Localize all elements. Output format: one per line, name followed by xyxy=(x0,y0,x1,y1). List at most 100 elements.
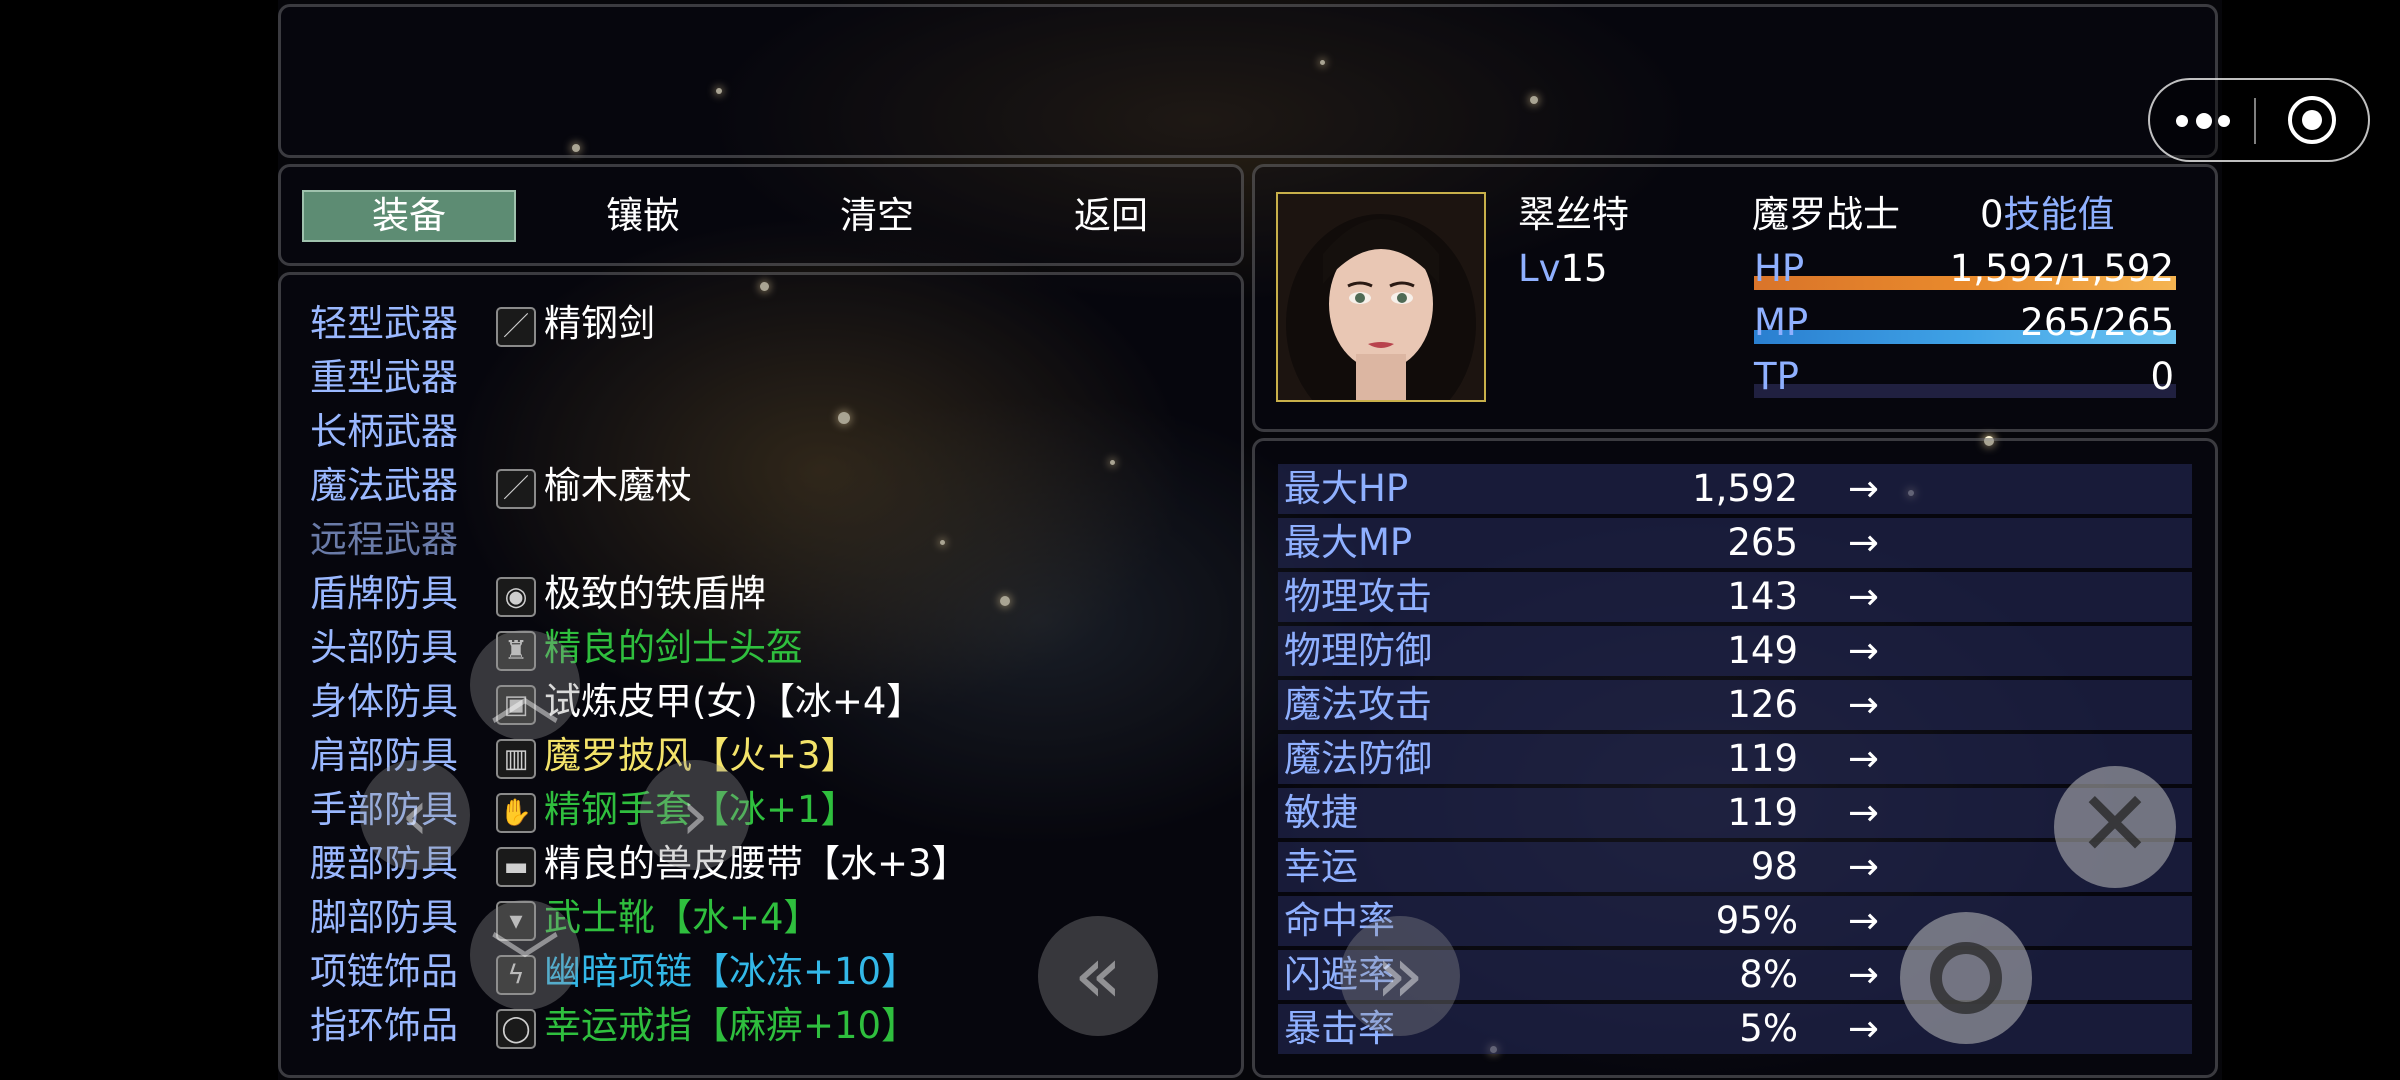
staff-icon: ／ xyxy=(496,469,536,509)
equip-slot-row[interactable]: 身体防具 ▣ 试炼皮甲(女)【冰+4】 xyxy=(310,675,1210,729)
stat-value: 149 xyxy=(1727,629,1798,672)
gauntlet-icon: ✋ xyxy=(496,793,536,833)
skill-points-label: 技能值 xyxy=(2003,193,2115,236)
tp-value: 0 xyxy=(2150,355,2174,398)
equip-slot-row[interactable]: 盾牌防具 ◉ 极致的铁盾牌 xyxy=(310,567,1210,621)
equipped-item-name: 武士靴【水+4】 xyxy=(544,896,821,939)
confirm-circle-icon xyxy=(1930,942,2002,1014)
down-chevron-icon: ﹀ xyxy=(490,925,560,1007)
cancel-button[interactable]: ✕ xyxy=(2054,766,2176,888)
equip-slot-row[interactable]: 轻型武器 ／精钢剑 xyxy=(310,297,1210,351)
more-dots-icon[interactable] xyxy=(2176,110,2232,132)
slot-label: 盾牌防具 xyxy=(310,572,458,615)
record-target-icon[interactable] xyxy=(2288,96,2336,144)
stat-row: 物理防御 149 → xyxy=(1278,626,2192,676)
skill-points-value: 0 xyxy=(1980,193,2004,236)
equipped-item-name: 试炼皮甲(女)【冰+4】 xyxy=(544,680,924,723)
actor-class: 魔罗战士 xyxy=(1752,193,1900,236)
stat-value: 143 xyxy=(1727,575,1798,618)
dpad-up-button[interactable]: ︿ xyxy=(470,630,580,740)
right-arrow-icon: → xyxy=(1848,521,1880,564)
command-tab-1[interactable]: 镶嵌 xyxy=(536,190,750,242)
equipped-item-name: 精钢剑 xyxy=(544,302,655,345)
stat-row: 物理攻击 143 → xyxy=(1278,572,2192,622)
right-arrow-icon: → xyxy=(1848,899,1880,942)
page-prev-button[interactable]: « xyxy=(1038,916,1158,1036)
double-left-icon: « xyxy=(1073,928,1123,1021)
actor-name: 翠丝特 xyxy=(1518,193,1629,236)
equipped-item-name: 榆木魔杖 xyxy=(544,464,692,507)
stat-name: 幸运 xyxy=(1284,845,1358,888)
command-tab-3[interactable]: 返回 xyxy=(1004,190,1218,242)
level-label: Lv xyxy=(1518,247,1561,290)
stat-value: 1,592 xyxy=(1692,467,1798,510)
right-letterbox xyxy=(2222,0,2400,1080)
stat-value: 119 xyxy=(1727,737,1798,780)
close-icon: ✕ xyxy=(2077,772,2153,877)
right-arrow-icon: → xyxy=(1848,467,1880,510)
slot-label: 头部防具 xyxy=(310,626,458,669)
dpad-right-button[interactable]: › xyxy=(640,760,750,870)
stat-name: 物理攻击 xyxy=(1284,575,1432,618)
hp-value: 1,592/1,592 xyxy=(1949,247,2174,290)
page-next-button[interactable]: » xyxy=(1340,916,1460,1036)
shield-icon: ◉ xyxy=(496,577,536,617)
right-arrow-icon: → xyxy=(1848,683,1880,726)
slot-label: 脚部防具 xyxy=(310,896,458,939)
equip-slot-row[interactable]: 长柄武器 xyxy=(310,405,1210,459)
sword-icon: ／ xyxy=(496,307,536,347)
mp-value: 265/265 xyxy=(2020,301,2174,344)
stat-row: 最大HP 1,592 → xyxy=(1278,464,2192,514)
stat-value: 98 xyxy=(1750,845,1798,888)
command-tab-0[interactable]: 装备 xyxy=(302,190,516,242)
stat-row: 最大MP 265 → xyxy=(1278,518,2192,568)
equipped-item-name: 精良的兽皮腰带【水+3】 xyxy=(544,842,969,885)
confirm-button[interactable] xyxy=(1900,912,2032,1044)
slot-label: 项链饰品 xyxy=(310,950,458,993)
right-arrow-icon: → xyxy=(1848,791,1880,834)
left-letterbox xyxy=(0,0,278,1080)
level-value: 15 xyxy=(1560,247,1608,290)
left-chevron-icon: ‹ xyxy=(401,774,429,856)
slot-label: 长柄武器 xyxy=(310,410,458,453)
stat-name: 最大HP xyxy=(1284,467,1409,510)
mini-program-capsule xyxy=(2148,78,2370,162)
dpad-left-button[interactable]: ‹ xyxy=(360,760,470,870)
stat-value: 119 xyxy=(1727,791,1798,834)
belt-icon: ▬ xyxy=(496,847,536,887)
slot-label: 身体防具 xyxy=(310,680,458,723)
capsule-divider xyxy=(2254,98,2256,144)
stat-name: 魔法防御 xyxy=(1284,737,1432,780)
slot-label: 指环饰品 xyxy=(310,1004,458,1047)
ring-icon: ◯ xyxy=(496,1009,536,1049)
right-chevron-icon: › xyxy=(681,774,709,856)
equip-slot-row[interactable]: 重型武器 xyxy=(310,351,1210,405)
equip-slot-row[interactable]: 魔法武器 ／榆木魔杖 xyxy=(310,459,1210,513)
right-arrow-icon: → xyxy=(1848,845,1880,888)
dpad-down-button[interactable]: ﹀ xyxy=(470,900,580,1010)
equipped-item-name: 精良的剑士头盔 xyxy=(544,626,803,669)
stat-row: 魔法攻击 126 → xyxy=(1278,680,2192,730)
command-tab-2[interactable]: 清空 xyxy=(770,190,984,242)
cloak-icon: ▥ xyxy=(496,739,536,779)
double-right-icon: » xyxy=(1375,928,1425,1021)
stat-value: 5% xyxy=(1739,1007,1798,1050)
stat-name: 魔法攻击 xyxy=(1284,683,1432,726)
stat-value: 8% xyxy=(1739,953,1798,996)
actor-level: Lv15 xyxy=(1518,242,1608,296)
up-chevron-icon: ︿ xyxy=(490,653,560,735)
stat-value: 95% xyxy=(1715,899,1798,942)
stat-name: 物理防御 xyxy=(1284,629,1432,672)
right-arrow-icon: → xyxy=(1848,737,1880,780)
slot-label: 魔法武器 xyxy=(310,464,458,507)
right-arrow-icon: → xyxy=(1848,629,1880,672)
equipped-item-name: 幸运戒指【麻痹+10】 xyxy=(544,1004,919,1047)
slot-label: 重型武器 xyxy=(310,356,458,399)
equipped-item-name: 极致的铁盾牌 xyxy=(544,572,766,615)
equip-slot-row[interactable]: 远程武器 xyxy=(310,513,1210,567)
stat-value: 265 xyxy=(1727,521,1798,564)
equip-slot-row[interactable]: 头部防具 ♜ 精良的剑士头盔 xyxy=(310,621,1210,675)
stat-name: 最大MP xyxy=(1284,521,1413,564)
right-arrow-icon: → xyxy=(1848,575,1880,618)
right-arrow-icon: → xyxy=(1848,953,1880,996)
